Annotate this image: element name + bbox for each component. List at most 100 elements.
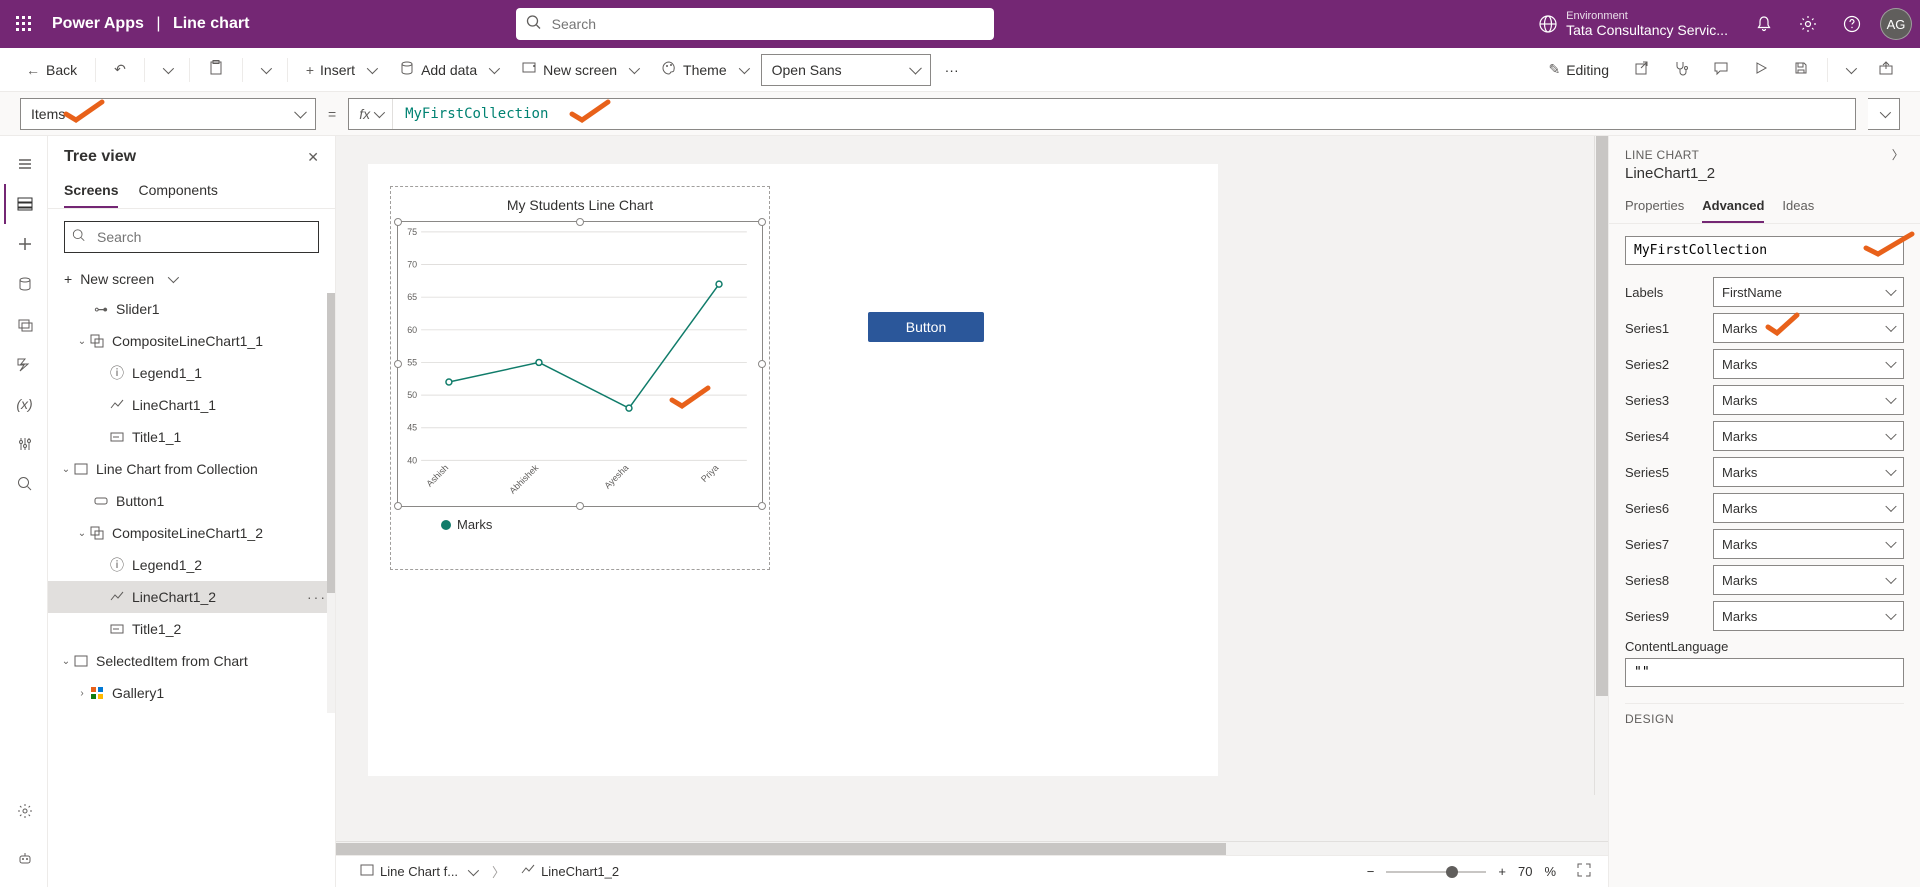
content-language-input[interactable] bbox=[1625, 658, 1904, 687]
tree-node-title2[interactable]: Title1_2 bbox=[48, 613, 335, 645]
app-checker-button[interactable] bbox=[1663, 54, 1699, 86]
chart-title[interactable]: My Students Line Chart bbox=[391, 187, 769, 217]
series3-select[interactable]: Marks bbox=[1713, 385, 1904, 415]
resize-handle[interactable] bbox=[576, 502, 584, 510]
paste-dropdown[interactable] bbox=[251, 54, 279, 86]
scrollbar-thumb[interactable] bbox=[1596, 136, 1608, 696]
tree-node-screen-selected[interactable]: ⌄SelectedItem from Chart bbox=[48, 645, 335, 677]
environment-selector[interactable]: Environment Tata Consultancy Servic... bbox=[1526, 10, 1740, 38]
rail-settings[interactable] bbox=[4, 791, 44, 831]
tree-new-screen[interactable]: + New screen bbox=[48, 265, 335, 293]
canvas-page[interactable]: My Students Line Chart 4045505560657075A… bbox=[368, 164, 1218, 776]
node-more-icon[interactable]: ··· bbox=[307, 589, 327, 605]
series5-select[interactable]: Marks bbox=[1713, 457, 1904, 487]
tab-screens[interactable]: Screens bbox=[64, 174, 118, 208]
formula-input[interactable]: MyFirstCollection bbox=[393, 106, 560, 122]
zoom-out-button[interactable]: − bbox=[1367, 864, 1375, 879]
fit-to-window-button[interactable] bbox=[1576, 862, 1592, 881]
rail-advanced-tools[interactable] bbox=[4, 424, 44, 464]
breadcrumb-screen[interactable]: Line Chart f... bbox=[352, 863, 484, 880]
zoom-slider[interactable] bbox=[1386, 871, 1486, 873]
tree-node-composite2[interactable]: ⌄CompositeLineChart1_2 bbox=[48, 517, 335, 549]
add-data-button[interactable]: Add data bbox=[389, 54, 507, 86]
tab-advanced[interactable]: Advanced bbox=[1702, 190, 1764, 223]
canvas-horizontal-scrollbar[interactable] bbox=[336, 841, 1608, 855]
tree-node-title1[interactable]: Title1_1 bbox=[48, 421, 335, 453]
line-chart-control[interactable]: 4045505560657075AshishAbhishekAyeshaPriy… bbox=[397, 221, 763, 507]
undo-dropdown[interactable] bbox=[153, 54, 181, 86]
tree-search-input[interactable] bbox=[64, 221, 319, 253]
resize-handle[interactable] bbox=[394, 218, 402, 226]
rail-variables[interactable]: (x) bbox=[4, 384, 44, 424]
font-selector[interactable]: Open Sans bbox=[761, 54, 931, 86]
chart-legend[interactable]: Marks bbox=[391, 511, 769, 532]
canvas-viewport[interactable]: My Students Line Chart 4045505560657075A… bbox=[336, 136, 1608, 841]
rail-data[interactable] bbox=[4, 264, 44, 304]
tab-properties[interactable]: Properties bbox=[1625, 190, 1684, 223]
resize-handle[interactable] bbox=[758, 218, 766, 226]
tree-node-slider[interactable]: ⊶Slider1 bbox=[48, 293, 335, 325]
series4-select[interactable]: Marks bbox=[1713, 421, 1904, 451]
close-icon[interactable]: ✕ bbox=[307, 149, 319, 166]
series7-select[interactable]: Marks bbox=[1713, 529, 1904, 559]
labels-select[interactable]: FirstName bbox=[1713, 277, 1904, 307]
preview-button[interactable] bbox=[1743, 54, 1779, 86]
breadcrumb-control[interactable]: LineChart1_2 bbox=[513, 863, 627, 880]
tree-scrollbar-thumb[interactable] bbox=[327, 293, 335, 593]
series6-select[interactable]: Marks bbox=[1713, 493, 1904, 523]
share-button[interactable] bbox=[1623, 54, 1659, 86]
comments-button[interactable] bbox=[1703, 54, 1739, 86]
chevron-right-icon[interactable]: 〉 bbox=[1892, 146, 1904, 163]
canvas-vertical-scrollbar[interactable] bbox=[1594, 136, 1608, 795]
rail-virtual-agent[interactable] bbox=[4, 839, 44, 879]
series8-select[interactable]: Marks bbox=[1713, 565, 1904, 595]
canvas-button-control[interactable]: Button bbox=[868, 312, 984, 342]
resize-handle[interactable] bbox=[576, 218, 584, 226]
help-icon[interactable] bbox=[1832, 4, 1872, 44]
resize-handle[interactable] bbox=[758, 502, 766, 510]
tree-node-composite1[interactable]: ⌄CompositeLineChart1_1 bbox=[48, 325, 335, 357]
resize-handle[interactable] bbox=[394, 502, 402, 510]
items-formula-input[interactable] bbox=[1625, 236, 1904, 265]
series2-select[interactable]: Marks bbox=[1713, 349, 1904, 379]
undo-button[interactable]: ↶ bbox=[104, 54, 136, 86]
publish-button[interactable] bbox=[1868, 54, 1904, 86]
save-button[interactable] bbox=[1783, 54, 1819, 86]
tree-node-screen-collection[interactable]: ⌄Line Chart from Collection bbox=[48, 453, 335, 485]
resize-handle[interactable] bbox=[758, 360, 766, 368]
rail-powerautomate[interactable] bbox=[4, 344, 44, 384]
paste-button[interactable] bbox=[198, 54, 234, 86]
resize-handle[interactable] bbox=[394, 360, 402, 368]
composite-chart-container[interactable]: My Students Line Chart 4045505560657075A… bbox=[390, 186, 770, 570]
tree-node-button1[interactable]: Button1 bbox=[48, 485, 335, 517]
new-screen-button[interactable]: New screen bbox=[511, 54, 647, 86]
app-launcher-icon[interactable] bbox=[8, 8, 40, 40]
series9-select[interactable]: Marks bbox=[1713, 601, 1904, 631]
series1-select[interactable]: Marks bbox=[1713, 313, 1904, 343]
tab-ideas[interactable]: Ideas bbox=[1782, 190, 1814, 223]
tree-node-gallery[interactable]: ›Gallery1 bbox=[48, 677, 335, 709]
theme-button[interactable]: Theme bbox=[651, 54, 757, 86]
rail-search[interactable] bbox=[4, 464, 44, 504]
formula-expand-button[interactable] bbox=[1868, 98, 1900, 130]
settings-icon[interactable] bbox=[1788, 4, 1828, 44]
rail-media[interactable] bbox=[4, 304, 44, 344]
rail-hamburger[interactable] bbox=[4, 144, 44, 184]
editing-mode-button[interactable]: ✎Editing bbox=[1538, 54, 1619, 86]
tree-node-linechart1[interactable]: LineChart1_1 bbox=[48, 389, 335, 421]
tab-components[interactable]: Components bbox=[138, 174, 217, 208]
user-avatar[interactable]: AG bbox=[1880, 8, 1912, 40]
rail-insert[interactable] bbox=[4, 224, 44, 264]
scrollbar-thumb[interactable] bbox=[336, 843, 1226, 855]
zoom-in-button[interactable]: + bbox=[1498, 864, 1506, 879]
property-selector[interactable]: Items bbox=[20, 98, 316, 130]
tree-node-legend2[interactable]: ⓘLegend1_2 bbox=[48, 549, 335, 581]
global-search[interactable] bbox=[516, 8, 994, 40]
search-input[interactable] bbox=[516, 8, 994, 40]
save-dropdown[interactable] bbox=[1836, 54, 1864, 86]
overflow-button[interactable]: ··· bbox=[935, 54, 969, 86]
fx-dropdown[interactable]: fx bbox=[349, 99, 393, 129]
back-button[interactable]: ←Back bbox=[16, 54, 87, 86]
rail-treeview[interactable] bbox=[4, 184, 44, 224]
notifications-icon[interactable] bbox=[1744, 4, 1784, 44]
